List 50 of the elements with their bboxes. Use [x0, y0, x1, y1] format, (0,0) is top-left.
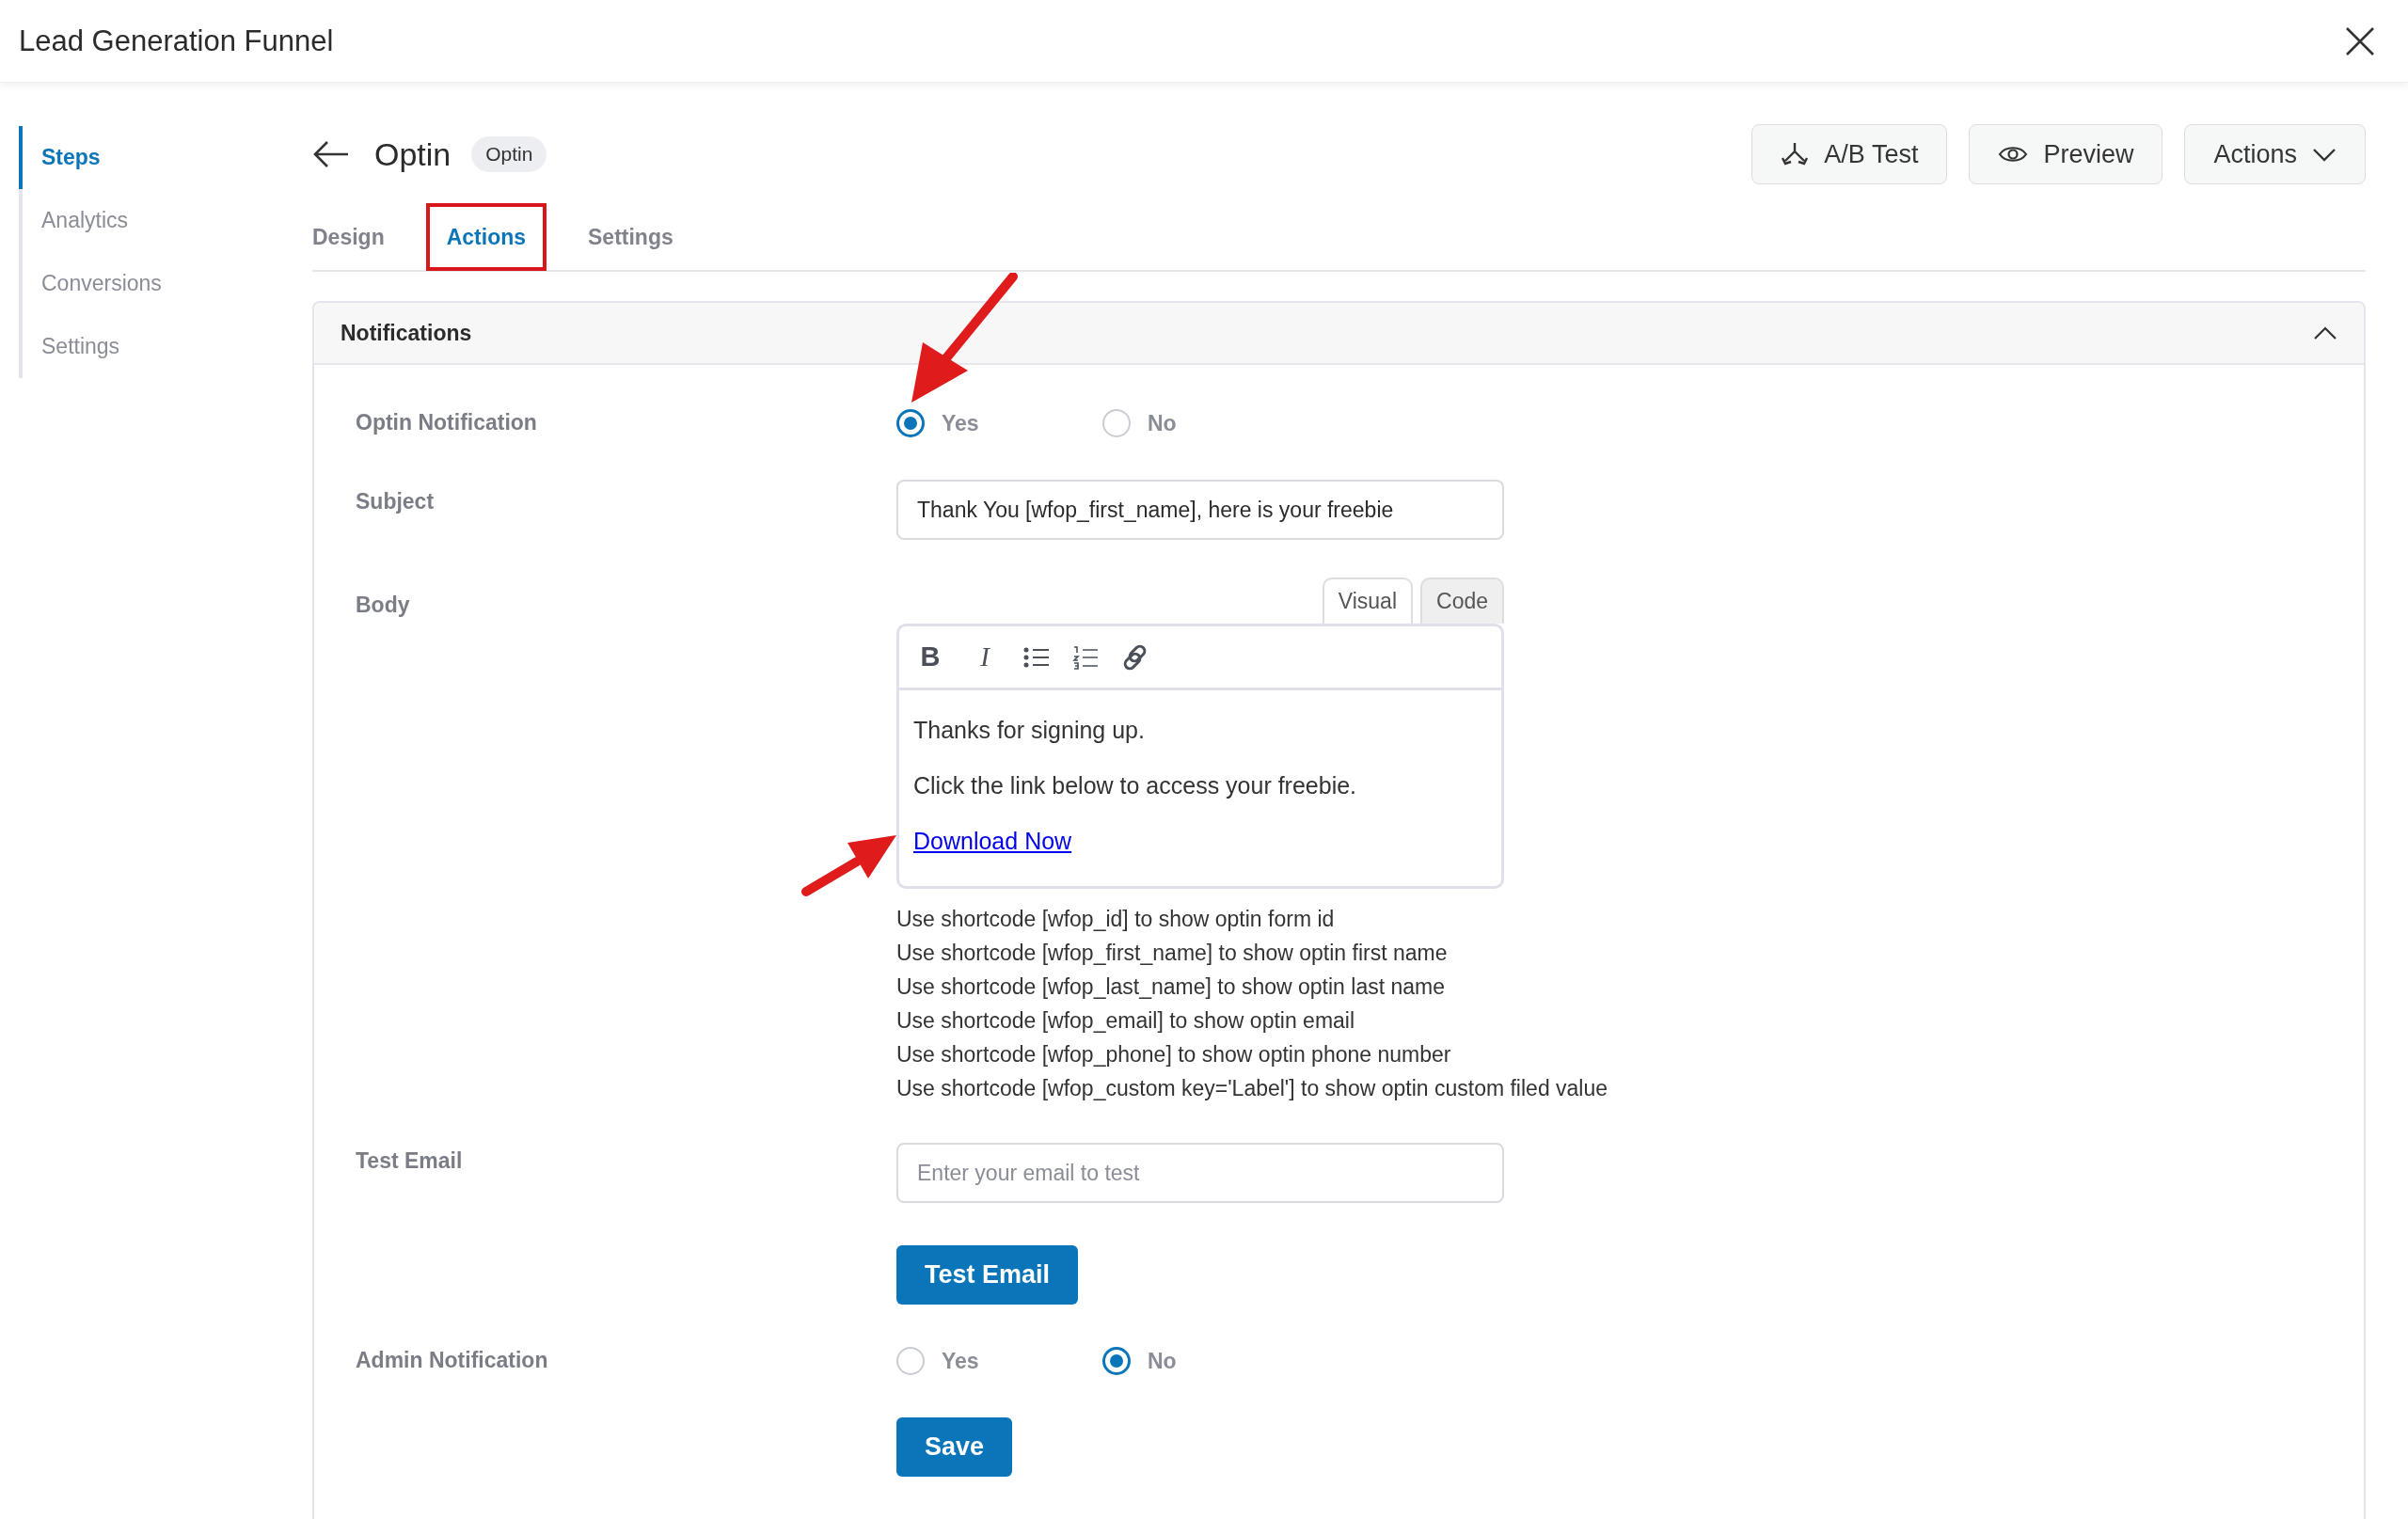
field-label: Admin Notification — [356, 1347, 549, 1374]
editor-tab[interactable]: Visual — [1322, 578, 1413, 624]
sidebar-item[interactable]: Analytics — [19, 189, 310, 252]
subject-field[interactable]: Thank You [wfop_first_name], here is your freebie — [896, 480, 1504, 540]
editor-tab[interactable]: Code — [1420, 578, 1504, 624]
back-arrow-icon[interactable] — [312, 140, 350, 168]
panel-title: Notifications — [341, 320, 472, 346]
email-field[interactable]: Enter your email to test — [896, 1143, 1504, 1203]
actions-dropdown[interactable]: Actions — [2184, 124, 2366, 184]
field-label: Optin Notification — [356, 409, 538, 436]
shortcode-hint: Use shortcode [wfop_first_name] to show optin first name — [896, 940, 1449, 967]
shortcode-hint: Use shortcode [wfop_email] to show optin email — [896, 1007, 1356, 1035]
radio-option[interactable]: Yes — [896, 409, 1102, 437]
ab-test-button[interactable]: A/B Test — [1751, 124, 1948, 184]
sidebar-item[interactable]: Settings — [19, 315, 310, 378]
radio-button[interactable] — [1102, 1347, 1131, 1375]
panel-header[interactable]: Notifications — [314, 303, 2364, 365]
body-paragraph: Click the link below to access your freebie. — [913, 772, 1357, 799]
editor-box[interactable]: B I Thanks for signing up. Click the link below to access your freebie. Download Now — [896, 624, 1504, 889]
step-badge: Optin — [471, 136, 547, 172]
field-label: Body — [356, 592, 411, 619]
shortcode-hint: Use shortcode [wfop_id] to show optin form id — [896, 906, 1336, 933]
radio-option[interactable]: Yes — [896, 1347, 1102, 1375]
eye-icon — [1998, 144, 2029, 165]
tab[interactable]: Settings — [571, 207, 690, 267]
window-title: Lead Generation Funnel — [19, 24, 334, 58]
preview-button[interactable]: Preview — [1969, 124, 2163, 184]
bold-button[interactable]: B — [914, 641, 946, 672]
bullet-list-icon[interactable] — [1023, 645, 1050, 669]
close-icon — [2344, 24, 2376, 57]
field-label: Subject — [356, 488, 436, 515]
radio-option[interactable]: No — [1102, 409, 1308, 437]
field-label: Test Email — [356, 1147, 464, 1175]
sidebar-item[interactable]: Steps — [19, 126, 310, 189]
download-link[interactable]: Download Now — [913, 828, 1072, 854]
test-email-button[interactable]: Test Email — [896, 1245, 1079, 1305]
sidebar-item[interactable]: Conversions — [19, 252, 310, 315]
shortcode-hint: Use shortcode [wfop_custom key='Label'] to show optin custom filed value — [896, 1075, 1608, 1102]
shortcode-hint: Use shortcode [wfop_phone] to show optin phone number — [896, 1041, 1452, 1068]
chevron-up-icon[interactable] — [2313, 325, 2337, 340]
radio-button[interactable] — [896, 409, 925, 437]
page-title: Optin — [374, 135, 452, 173]
chevron-down-icon — [2312, 147, 2337, 162]
numbered-list-icon[interactable] — [1072, 644, 1099, 670]
save-button[interactable]: Save — [896, 1417, 1013, 1477]
shortcode-hint: Use shortcode [wfop_last_name] to show optin last name — [896, 973, 1446, 1001]
radio-option[interactable]: No — [1102, 1347, 1308, 1375]
body-paragraph: Thanks for signing up. — [913, 717, 1145, 743]
tab[interactable]: Design — [312, 207, 402, 267]
italic-button[interactable]: I — [969, 641, 1001, 672]
